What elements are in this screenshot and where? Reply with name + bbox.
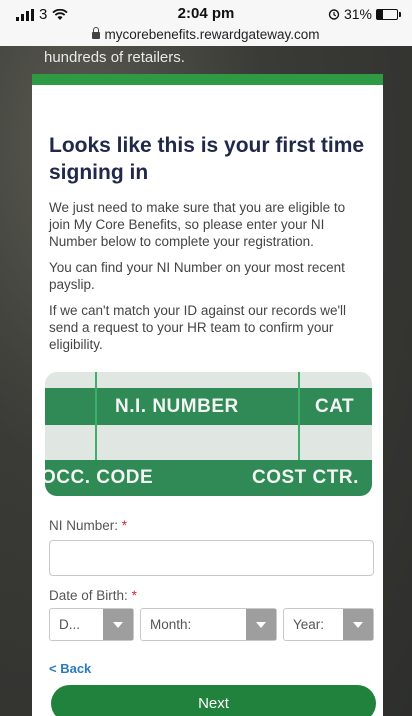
back-link[interactable]: < Back — [49, 661, 91, 676]
chevron-down-icon — [103, 609, 133, 640]
year-select[interactable]: Year: — [283, 608, 374, 641]
ni-number-input[interactable] — [49, 540, 374, 576]
registration-card: Looks like this is your first time signi… — [32, 74, 383, 716]
ni-card-image: N.I. NUMBER CAT OCC. CODE COST CTR. — [45, 372, 372, 496]
battery-percent: 31% — [343, 6, 372, 22]
next-button[interactable]: Next — [51, 685, 376, 716]
ni-card-label-cost: COST CTR. — [252, 467, 359, 488]
day-select-value: D... — [59, 617, 81, 632]
month-select-value: Month: — [150, 617, 192, 632]
eligibility-paragraph: If we can't match your ID against our re… — [49, 303, 347, 352]
card-title: Looks like this is your first time signi… — [49, 134, 365, 184]
dob-row: D... Month: Year: — [49, 608, 374, 641]
dob-label: Date of Birth: * — [49, 588, 137, 603]
year-select-value: Year: — [293, 617, 325, 632]
chevron-down-icon — [343, 609, 373, 640]
payslip-paragraph: You can find your NI Number on your most… — [49, 260, 345, 292]
required-mark: * — [121, 518, 128, 533]
day-select[interactable]: D... — [49, 608, 134, 641]
ni-card-divider — [95, 372, 97, 460]
intro-paragraph: We just need to make sure that you are e… — [49, 200, 346, 249]
month-select[interactable]: Month: — [140, 608, 277, 641]
ni-number-label: NI Number: * — [49, 518, 128, 533]
battery-indicator: 31% — [328, 6, 401, 22]
battery-icon — [376, 8, 401, 20]
required-mark: * — [131, 588, 137, 603]
ni-card-label-number: N.I. NUMBER — [115, 396, 239, 417]
address-bar[interactable]: mycorebenefits.rewardgateway.com — [0, 27, 412, 42]
ni-card-label-cat: CAT — [315, 396, 355, 417]
chevron-down-icon — [246, 609, 276, 640]
url-text: mycorebenefits.rewardgateway.com — [104, 27, 320, 42]
ni-card-label-occ: OCC. CODE — [45, 467, 154, 488]
alarm-icon — [328, 9, 340, 20]
ni-card-divider — [298, 372, 300, 460]
background-text: hundreds of retailers. — [44, 49, 185, 66]
status-bar: 3 2:04 pm 31% mycorebenefits.rewardgatew… — [0, 0, 412, 46]
lock-icon — [92, 27, 101, 39]
